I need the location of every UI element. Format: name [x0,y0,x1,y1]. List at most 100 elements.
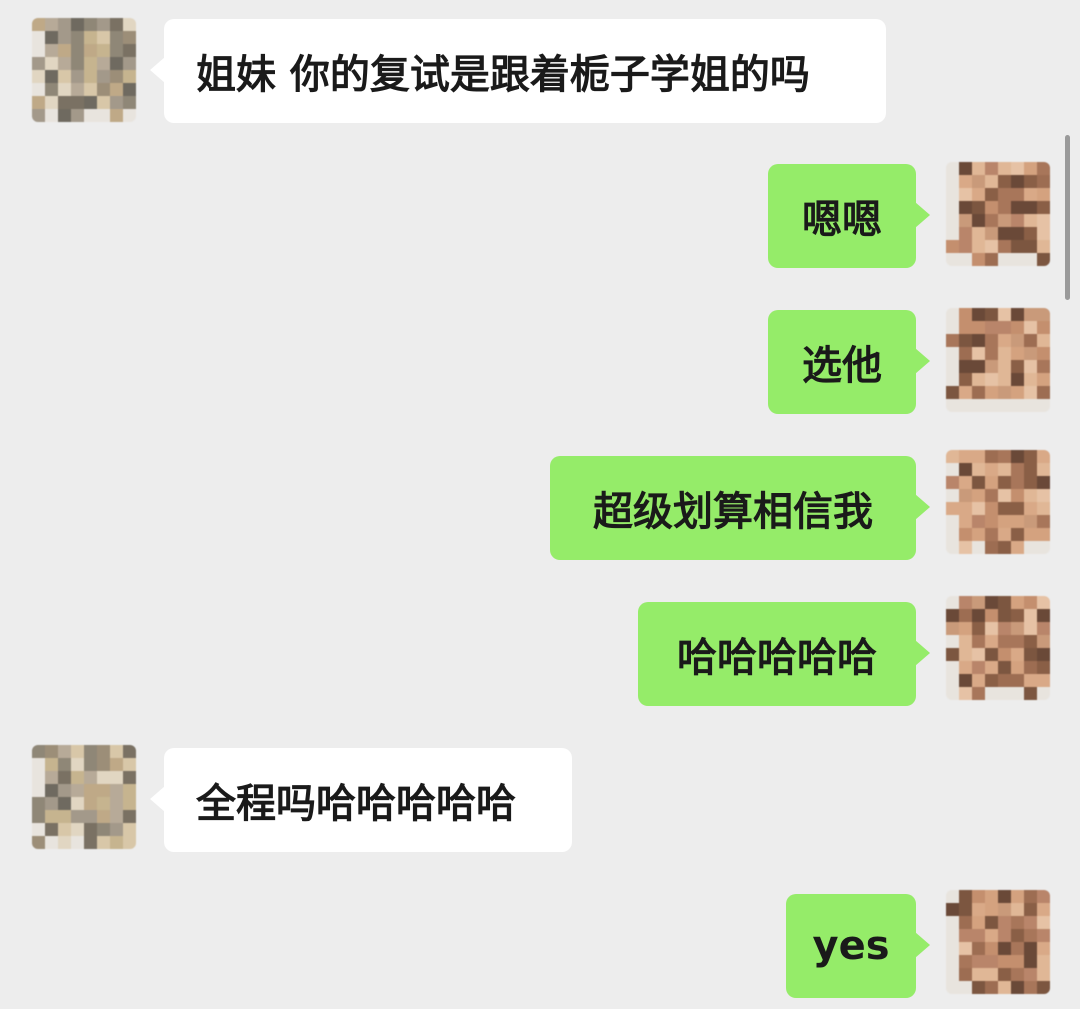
avatar-pixel [972,162,985,175]
avatar-pixel [972,201,985,214]
message-bubble-outgoing[interactable]: 嗯嗯 [768,164,930,268]
avatar-pixel [972,687,985,700]
scrollbar[interactable] [1065,135,1070,300]
avatar-pixel [1024,955,1037,968]
avatar-pixel [946,334,959,347]
avatar-pixel [97,810,110,823]
avatar-pixel [1037,386,1050,399]
avatar-pixel [985,609,998,622]
avatar-pixel [45,96,58,109]
message-bubble-incoming[interactable]: 全程吗哈哈哈哈哈 [150,748,572,852]
avatar-pixel [946,347,959,360]
avatar-pixel [1011,942,1024,955]
avatar-pixel [985,942,998,955]
avatar-pixel [97,784,110,797]
message-bubble-outgoing[interactable]: 超级划算相信我 [550,456,930,560]
avatar-pixel [1024,890,1037,903]
avatar-pixel [45,31,58,44]
message-bubble-outgoing[interactable]: yes [786,894,930,998]
avatar-pixel [1011,674,1024,687]
avatar-pixel [1011,502,1024,515]
avatar-pixel [1037,648,1050,661]
message-bubble-outgoing[interactable]: 选他 [768,310,930,414]
avatar-pixel [84,745,97,758]
avatar-pixel [946,515,959,528]
self-avatar[interactable] [946,308,1050,412]
avatar-pixel [946,968,959,981]
avatar-pixel [1011,308,1024,321]
avatar-pixel [97,758,110,771]
avatar-pixel [110,18,123,31]
avatar-pixel [998,635,1011,648]
avatar-pixel [972,240,985,253]
avatar-pixel [1024,648,1037,661]
avatar-pixel [946,201,959,214]
avatar-pixel [1024,188,1037,201]
avatar-pixel [1037,308,1050,321]
avatar-pixel [946,609,959,622]
avatar-pixel [1024,942,1037,955]
avatar-pixel [1011,687,1024,700]
avatar-pixel [1024,916,1037,929]
avatar-pixel [84,784,97,797]
avatar-pixel [972,450,985,463]
avatar-pixel [71,44,84,57]
self-avatar[interactable] [946,596,1050,700]
avatar-pixel [985,648,998,661]
avatar-pixel [998,308,1011,321]
avatar-pixel [45,836,58,849]
avatar-pixel [97,31,110,44]
avatar-pixel [946,360,959,373]
avatar-pixel [84,96,97,109]
avatar-pixel [972,227,985,240]
avatar-pixel [97,109,110,122]
avatar-pixel [946,386,959,399]
avatar-pixel [972,502,985,515]
avatar-pixel [1037,175,1050,188]
avatar-pixel [123,31,136,44]
avatar-pixel [1037,541,1050,554]
self-avatar[interactable] [946,450,1050,554]
avatar-pixel [110,109,123,122]
avatar-pixel [1024,162,1037,175]
avatar-pixel [985,903,998,916]
avatar-pixel [985,674,998,687]
avatar-pixel [998,347,1011,360]
message-text: 超级划算相信我 [593,489,873,535]
avatar-pixel [959,373,972,386]
avatar-pixel [972,916,985,929]
avatar-pixel [84,70,97,83]
avatar-pixel [959,661,972,674]
avatar-pixel [959,214,972,227]
avatar-pixel [972,968,985,981]
avatar-pixel [998,489,1011,502]
avatar-pixel [1037,942,1050,955]
self-avatar[interactable] [946,890,1050,994]
chat-message-list[interactable]: 姐妹 你的复试是跟着栀子学姐的吗 嗯嗯 选他 超级划算相信我 哈哈哈哈哈 全程吗… [0,0,1080,1009]
avatar-pixel [1011,399,1024,412]
avatar-pixel [1037,528,1050,541]
avatar-pixel [58,18,71,31]
avatar-pixel [1011,188,1024,201]
avatar-pixel [84,109,97,122]
avatar-pixel [32,70,45,83]
avatar-pixel [946,903,959,916]
avatar-pixel [998,942,1011,955]
avatar-pixel [946,227,959,240]
contact-avatar[interactable] [32,745,136,849]
avatar-pixel [71,836,84,849]
avatar-pixel [1037,635,1050,648]
avatar-pixel [123,83,136,96]
avatar-pixel [946,661,959,674]
avatar-pixel [1024,903,1037,916]
message-bubble-incoming[interactable]: 姐妹 你的复试是跟着栀子学姐的吗 [150,19,886,123]
avatar-pixel [972,648,985,661]
avatar-pixel [946,399,959,412]
avatar-pixel [985,253,998,266]
self-avatar[interactable] [946,162,1050,266]
avatar-pixel [985,227,998,240]
contact-avatar[interactable] [32,18,136,122]
message-bubble-outgoing[interactable]: 哈哈哈哈哈 [638,602,930,706]
avatar-pixel [123,836,136,849]
avatar-pixel [45,70,58,83]
